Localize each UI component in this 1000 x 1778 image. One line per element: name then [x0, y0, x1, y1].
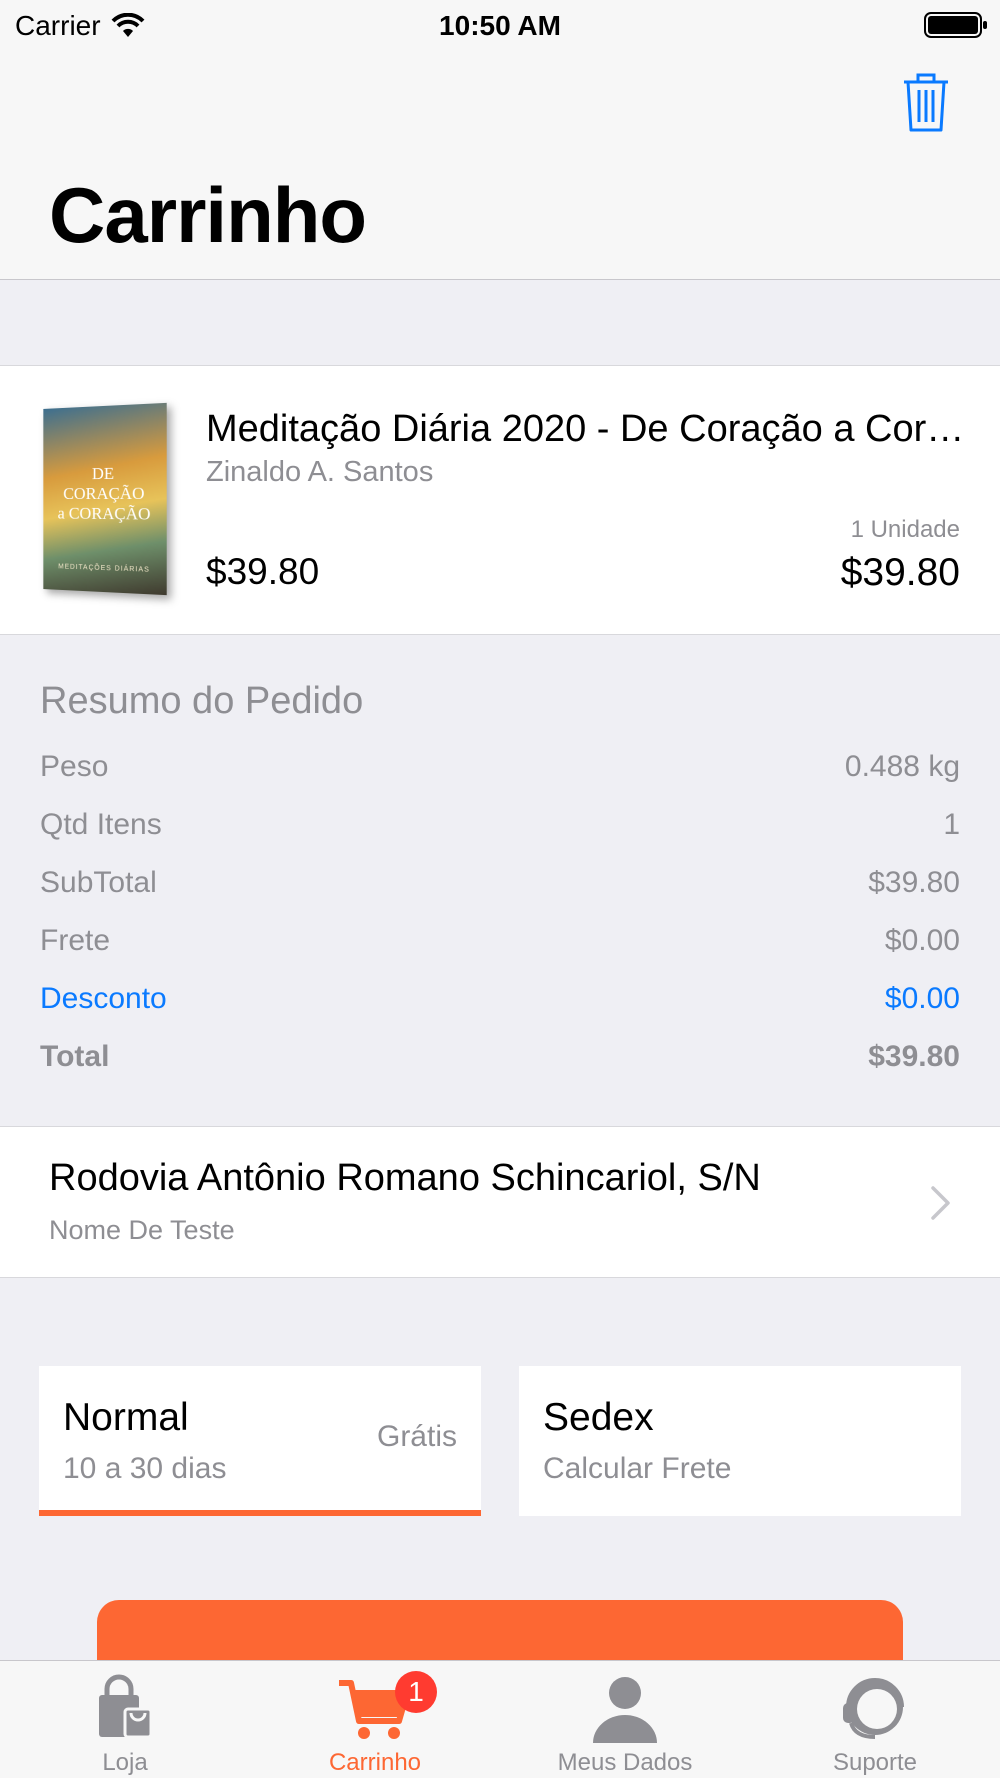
summary-label: Peso: [40, 750, 108, 784]
shipping-option-sedex[interactable]: Sedex Calcular Frete: [519, 1366, 961, 1516]
summary-value: $39.80: [868, 866, 960, 900]
chevron-right-icon: [930, 1185, 952, 1221]
cart-item[interactable]: DE CORAÇÃO a CORAÇÃO MEDITAÇÕES DIÁRIAS …: [0, 365, 1000, 635]
cover-subtitle: MEDITAÇÕES DIÁRIAS: [43, 563, 166, 575]
cover-title-line3: a CORAÇÃO: [43, 504, 166, 525]
tab-store[interactable]: Loja: [0, 1661, 250, 1778]
shopping-bag-icon: [85, 1673, 165, 1743]
tab-my-data[interactable]: Meus Dados: [500, 1661, 750, 1778]
clock: 10:50 AM: [0, 10, 1000, 42]
summary-value: 1: [943, 808, 960, 842]
summary-row-item-count: Qtd Itens 1: [40, 805, 960, 845]
cover-title-line1: DE: [43, 463, 166, 485]
summary-row-discount[interactable]: Desconto $0.00: [40, 979, 960, 1019]
tab-label: Loja: [0, 1749, 250, 1777]
address-line: Rodovia Antônio Romano Schincariol, S/N: [49, 1157, 761, 1200]
cover-title-line2: CORAÇÃO: [43, 483, 166, 504]
shipping-option-normal[interactable]: Normal 10 a 30 dias Grátis: [39, 1366, 481, 1516]
summary-value: $39.80: [868, 1040, 960, 1074]
delivery-address-row[interactable]: Rodovia Antônio Romano Schincariol, S/N …: [0, 1126, 1000, 1278]
trash-icon[interactable]: [900, 70, 952, 134]
summary-row-shipping: Frete $0.00: [40, 921, 960, 961]
shipping-calc-label: Calcular Frete: [543, 1452, 731, 1486]
page-title: Carrinho: [49, 170, 366, 261]
product-quantity: 1 Unidade: [851, 516, 960, 544]
navigation-bar: Carrinho: [0, 50, 1000, 280]
summary-label: SubTotal: [40, 866, 157, 900]
shipping-time: 10 a 30 dias: [63, 1452, 226, 1486]
status-bar: Carrier 10:50 AM: [0, 0, 1000, 50]
battery-icon: [924, 12, 988, 38]
headset-icon: [835, 1673, 915, 1743]
summary-row-total: Total $39.80: [40, 1037, 960, 1077]
summary-value: $0.00: [885, 924, 960, 958]
summary-label: Qtd Itens: [40, 808, 162, 842]
summary-label: Frete: [40, 924, 110, 958]
tab-label: Carrinho: [250, 1749, 500, 1777]
summary-value: $0.00: [885, 982, 960, 1016]
shipping-price: Grátis: [377, 1420, 457, 1454]
cart-badge: 1: [395, 1671, 437, 1713]
product-title: Meditação Diária 2020 - De Coração a Cor…: [206, 408, 966, 451]
discount-link[interactable]: Desconto: [40, 982, 167, 1016]
recipient-name: Nome De Teste: [49, 1215, 235, 1246]
product-author: Zinaldo A. Santos: [206, 456, 433, 489]
shipping-name: Normal: [63, 1396, 189, 1440]
summary-row-weight: Peso 0.488 kg: [40, 747, 960, 787]
tab-bar: Loja 1 Carrinho Meus Dados Suporte: [0, 1660, 1000, 1778]
tab-label: Suporte: [750, 1749, 1000, 1777]
person-icon: [585, 1673, 665, 1743]
summary-label: Total: [40, 1040, 109, 1074]
tab-cart[interactable]: 1 Carrinho: [250, 1661, 500, 1778]
product-unit-price: $39.80: [206, 551, 319, 593]
summary-row-subtotal: SubTotal $39.80: [40, 863, 960, 903]
summary-value: 0.488 kg: [845, 750, 960, 784]
product-total-price: $39.80: [841, 551, 960, 595]
tab-support[interactable]: Suporte: [750, 1661, 1000, 1778]
tab-label: Meus Dados: [500, 1749, 750, 1777]
order-summary-title: Resumo do Pedido: [40, 680, 363, 723]
shipping-name: Sedex: [543, 1396, 654, 1440]
book-cover-image: DE CORAÇÃO a CORAÇÃO MEDITAÇÕES DIÁRIAS: [43, 403, 166, 595]
